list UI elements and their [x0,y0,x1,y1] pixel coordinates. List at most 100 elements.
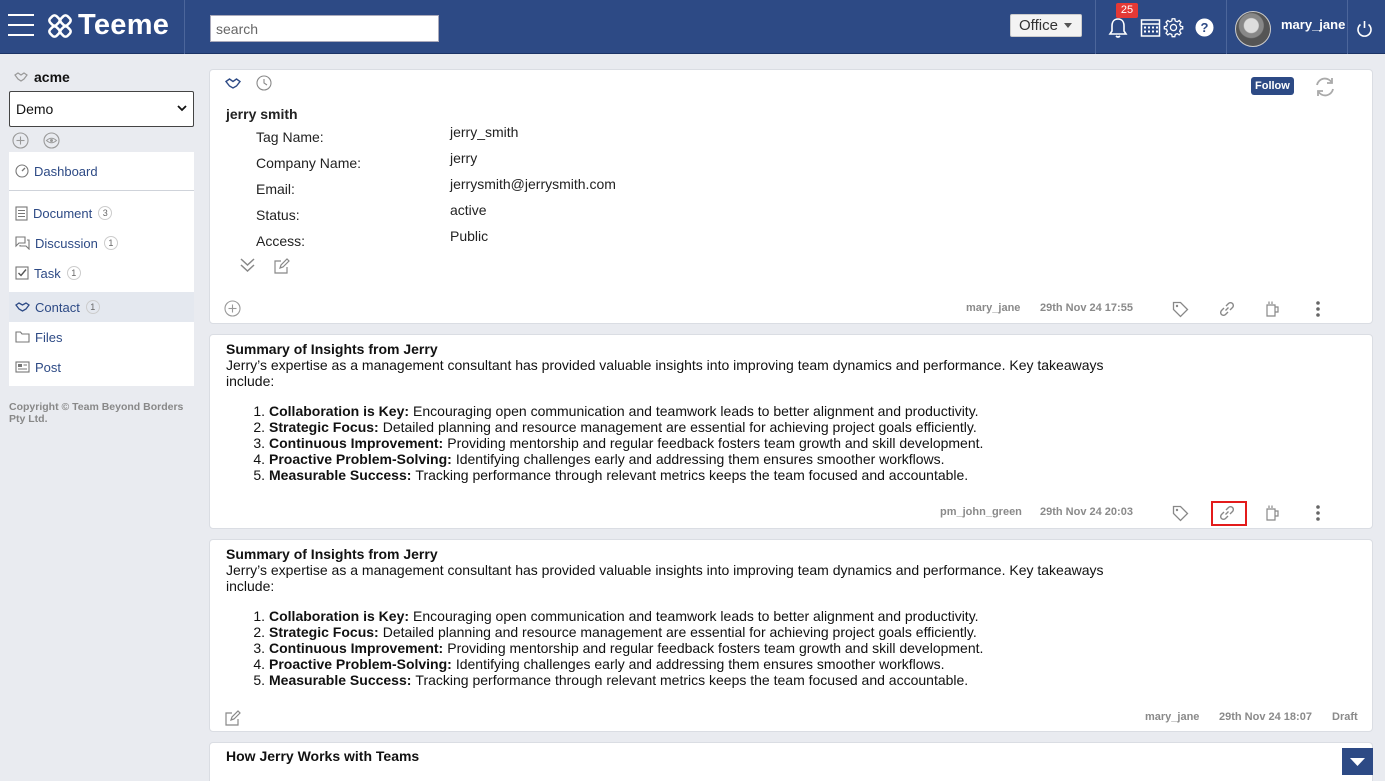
tag-icon[interactable] [1172,301,1189,318]
list-number: 4. [253,656,265,672]
timestamp: 29th Nov 24 18:07 [1219,711,1312,723]
field-label: Email: [256,181,295,197]
author-name[interactable]: pm_john_green [940,506,1022,518]
folder-icon [15,331,30,343]
top-navbar: Teeme Office 25 ? mary_jane [0,0,1385,54]
power-icon[interactable] [1356,20,1373,38]
cup-icon[interactable] [1264,300,1280,318]
field-label: Tag Name: [256,129,324,145]
status-badge: Draft [1332,711,1358,723]
add-circle-icon[interactable] [224,300,241,317]
bell-icon[interactable] [1108,17,1128,39]
username[interactable]: mary_jane [1281,17,1345,32]
field-value: jerry [450,150,478,166]
chevron-down-icon [177,105,187,112]
field-value: jerry_smith [450,124,519,140]
author-name[interactable]: mary_jane [1145,711,1199,723]
sidebar-item-label: Dashboard [34,163,98,179]
search-input[interactable] [210,15,439,42]
sidebar-item-label: Files [35,329,63,345]
workspace-value: Demo [16,101,54,117]
scroll-down-button[interactable] [1342,748,1373,775]
office-dropdown[interactable]: Office [1010,14,1082,37]
sidebar-item-dashboard[interactable]: Dashboard [9,156,194,186]
list-item: 1. Collaboration is Key: Encouraging open … [248,608,1148,624]
edit-icon[interactable] [274,258,290,274]
count-badge: 1 [103,236,118,250]
list-number: 5. [253,467,265,483]
list-item-text: Detailed planning and resource managemen… [382,419,977,435]
document-icon [15,205,28,221]
add-circle-icon[interactable] [12,132,29,149]
post-title: Summary of Insights from Jerry [226,546,438,562]
list-item: 5. Measurable Success: Tracking performanc… [248,672,1148,688]
list-item: 4. Proactive Problem-Solving: Identifying … [248,451,1148,467]
sidebar-item-document[interactable]: Document 3 [9,198,194,228]
cup-icon[interactable] [1264,504,1280,522]
list-item: 1. Collaboration is Key: Encouraging open … [248,403,1148,419]
divider [1095,0,1096,54]
contact-type-icon [225,78,241,89]
caret-down-icon [1064,23,1072,28]
help-icon[interactable]: ? [1195,18,1214,37]
list-number: 5. [253,672,265,688]
list-item-text: Detailed planning and resource managemen… [382,624,977,640]
sidebar-item-task[interactable]: Task 1 [9,258,194,288]
calendar-icon[interactable] [1140,17,1161,38]
field-value: active [450,202,487,218]
link-icon[interactable] [1218,300,1236,318]
follow-button[interactable]: Follow [1251,77,1294,95]
avatar[interactable] [1235,11,1271,47]
divider [1347,0,1348,54]
post-card: How Jerry Works with Teams [209,742,1373,781]
clock-icon[interactable] [256,75,272,91]
sidebar-tools [12,132,60,149]
list-item-text: Encouraging open communication and teamw… [413,403,979,419]
handshake-icon [14,72,28,82]
timestamp: 29th Nov 24 20:03 [1040,506,1133,518]
list-item-head: Proactive Problem-Solving: [269,656,452,672]
contact-name: jerry smith [226,106,298,122]
list-item-head: Measurable Success: [269,672,412,688]
list-item-text: Encouraging open communication and teamw… [413,608,979,624]
post-title: How Jerry Works with Teams [226,748,420,764]
author-name[interactable]: mary_jane [966,302,1020,314]
refresh-icon[interactable] [1313,76,1337,98]
eye-icon[interactable] [43,132,60,149]
workspace-select[interactable]: Demo [9,91,194,127]
list-item-text: Tracking performance through relevant me… [415,467,969,483]
more-icon[interactable] [1314,504,1322,522]
teeme-logo-icon [48,13,72,38]
gear-icon[interactable] [1163,17,1184,38]
tag-icon[interactable] [1172,505,1189,522]
expand-down-icon[interactable] [239,256,256,273]
sidebar-item-label: Task [34,265,61,281]
list-item: 4. Proactive Problem-Solving: Identifying … [248,656,1148,672]
app-name: Teeme [78,9,170,41]
menu-icon[interactable] [8,14,34,38]
dashboard-icon [15,164,29,178]
list-item: 3. Continuous Improvement: Providing mento… [248,435,1148,451]
sidebar-item-discussion[interactable]: Discussion 1 [9,228,194,258]
copyright-text: Copyright © Team Beyond Borders Pty Ltd. [9,401,184,425]
list-number: 2. [253,419,265,435]
sidebar-item-label: Contact [35,299,80,315]
edit-icon[interactable] [225,710,241,726]
task-icon [15,266,29,280]
org-header: acme [14,69,70,85]
list-number: 3. [253,640,265,656]
app-logo[interactable]: Teeme [47,9,169,42]
post-icon [15,361,30,373]
post-title: Summary of Insights from Jerry [226,341,438,357]
count-badge: 1 [85,300,100,314]
sidebar-item-post[interactable]: Post [9,352,194,382]
list-item-head: Collaboration is Key: [269,608,410,624]
field-value: jerrysmith@jerrysmith.com [450,176,616,192]
sidebar-item-contact[interactable]: Contact 1 [9,292,194,322]
list-item-text: Identifying challenges early and address… [455,656,945,672]
more-icon[interactable] [1314,300,1322,318]
notification-badge: 25 [1116,3,1138,18]
sidebar-item-files[interactable]: Files [9,322,194,352]
list-item: 5. Measurable Success: Tracking performanc… [248,467,1148,483]
post-intro: Jerry’s expertise as a management consul… [226,562,1104,594]
